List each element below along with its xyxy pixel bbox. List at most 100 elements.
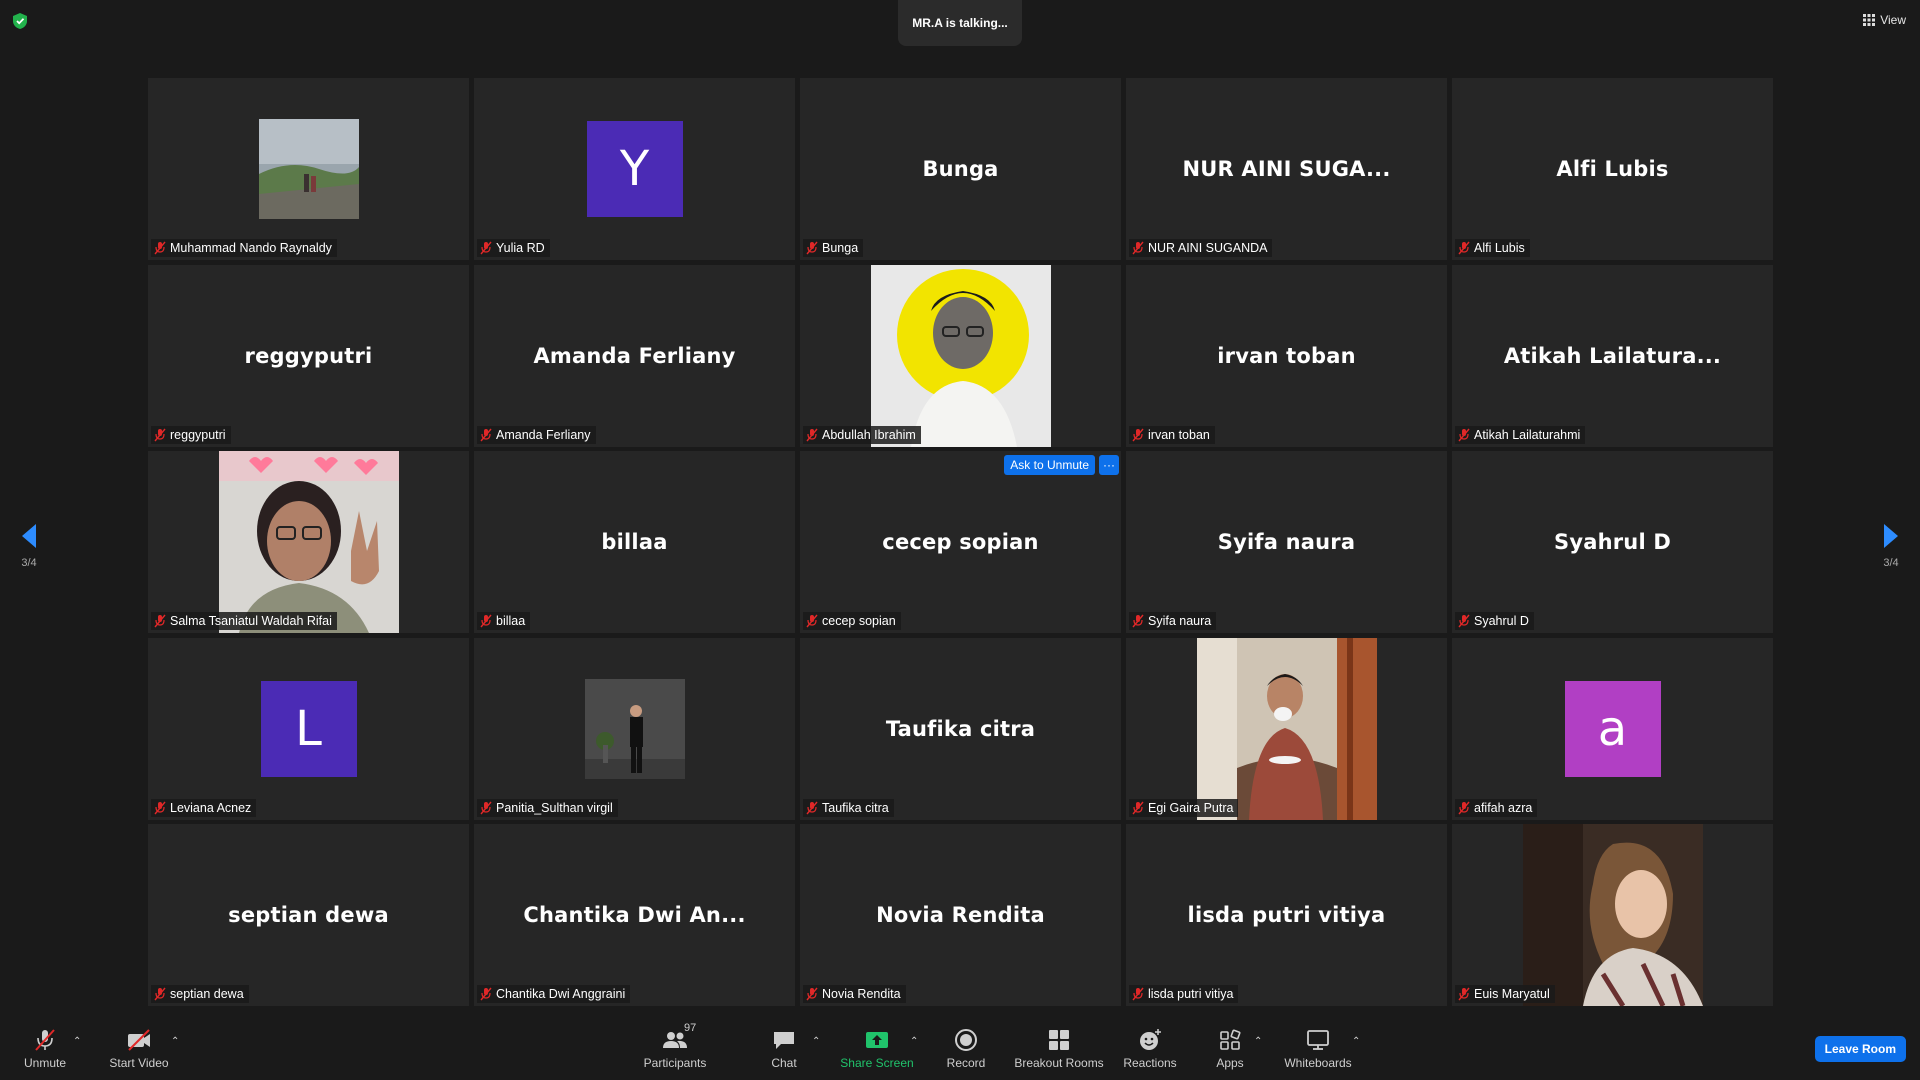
chat-button[interactable]: Chat (764, 1018, 804, 1080)
breakout-rooms-icon (1049, 1030, 1069, 1050)
participant-tile[interactable]: Abdullah Ibrahim (800, 264, 1121, 447)
avatar-letter: L (260, 680, 357, 777)
participant-nameplate: Amanda Ferliany (477, 425, 596, 444)
participant-tile[interactable]: Amanda Ferliany Amanda Ferliany (474, 264, 795, 447)
muted-mic-icon (806, 801, 818, 814)
participants-button[interactable]: 97 Participants (640, 1018, 710, 1080)
participant-name: Atikah Lailaturahmi (1474, 427, 1581, 442)
participant-tile[interactable]: billaa billaa (474, 451, 795, 633)
more-options-button[interactable]: ··· (1099, 455, 1119, 475)
profile-photo (584, 678, 685, 779)
participant-name: cecep sopian (822, 614, 896, 628)
participant-tile[interactable]: Egi Gaira Putra (1126, 637, 1447, 820)
apps-button[interactable]: Apps (1212, 1018, 1248, 1080)
muted-mic-icon (154, 241, 166, 255)
participant-name: Egi Gaira Putra (1148, 800, 1234, 815)
participant-tile[interactable]: a afifah azra (1452, 637, 1773, 820)
ask-to-unmute-button[interactable]: Ask to Unmute (1004, 455, 1095, 475)
participant-name: billaa (496, 614, 526, 628)
participant-tile[interactable]: Novia Rendita Novia Rendita (800, 824, 1121, 1006)
participant-nameplate: Yulia RD (477, 239, 550, 257)
share-screen-button[interactable]: Share Screen (840, 1018, 914, 1080)
page-indicator-left: 3/4 (21, 557, 37, 569)
breakout-rooms-button[interactable]: Breakout Rooms (1014, 1018, 1104, 1080)
whiteboard-icon (1307, 1030, 1329, 1050)
muted-mic-icon (154, 987, 166, 1001)
unmute-button[interactable]: Unmute (20, 1018, 70, 1080)
participant-tile[interactable]: Ask to Unmute ··· cecep sopian cecep sop… (800, 451, 1121, 633)
start-video-button[interactable]: Start Video (106, 1018, 172, 1080)
page-indicator-right: 3/4 (1883, 557, 1899, 569)
chat-bubble-icon (774, 1032, 794, 1049)
participant-tile[interactable]: NUR AINI SUGA... NUR AINI SUGANDA (1126, 78, 1447, 260)
view-button[interactable]: View (1863, 10, 1906, 30)
share-options-caret-icon[interactable]: ⌃ (910, 1036, 920, 1047)
participant-nameplate: Salma Tsaniatul Waldah Rifai (151, 612, 337, 630)
participant-tile[interactable]: Euis Maryatul (1452, 824, 1773, 1006)
participant-name: lisda putri vitiya (1148, 987, 1234, 1001)
participant-nameplate: septian dewa (151, 985, 249, 1003)
participant-tile[interactable]: Salma Tsaniatul Waldah Rifai (148, 451, 469, 633)
participant-display-name: septian dewa (228, 903, 389, 927)
participant-tile[interactable]: Chantika Dwi An... Chantika Dwi Anggrain… (474, 824, 795, 1006)
participant-name: Novia Rendita (822, 987, 901, 1001)
participant-nameplate: Bunga (803, 239, 864, 257)
reactions-button[interactable]: Reactions (1123, 1018, 1177, 1080)
muted-mic-icon (154, 801, 166, 814)
profile-photo (1522, 824, 1703, 1006)
muted-mic-icon (806, 241, 818, 255)
participant-tile[interactable]: Muhammad Nando Raynaldy (148, 78, 469, 260)
participant-name: Amanda Ferliany (496, 427, 591, 442)
participant-tile[interactable]: Y Yulia RD (474, 78, 795, 260)
muted-mic-icon (1458, 614, 1470, 628)
audio-options-caret-icon[interactable]: ⌃ (73, 1036, 83, 1047)
participant-nameplate: Chantika Dwi Anggraini (477, 985, 631, 1003)
next-page-arrow-icon[interactable] (1882, 523, 1900, 549)
participant-nameplate: cecep sopian (803, 612, 901, 630)
reactions-smiley-icon (1140, 1029, 1161, 1050)
whiteboards-button[interactable]: Whiteboards (1282, 1018, 1354, 1080)
participant-tile[interactable]: Bunga Bunga (800, 78, 1121, 260)
participant-tile[interactable]: lisda putri vitiya lisda putri vitiya (1126, 824, 1447, 1006)
participant-tile[interactable]: septian dewa septian dewa (148, 824, 469, 1006)
participant-tile[interactable]: Syifa naura Syifa naura (1126, 451, 1447, 633)
participant-display-name: billaa (601, 530, 668, 554)
record-button[interactable]: Record (942, 1018, 990, 1080)
previous-page-arrow-icon[interactable] (20, 523, 38, 549)
participant-nameplate: afifah azra (1455, 798, 1538, 817)
previous-page-nav[interactable]: 3/4 (14, 523, 44, 569)
participant-name: reggyputri (170, 427, 226, 442)
participant-tile[interactable]: irvan toban irvan toban (1126, 264, 1447, 447)
participant-tile[interactable]: Alfi Lubis Alfi Lubis (1452, 78, 1773, 260)
participant-display-name: Amanda Ferliany (533, 343, 736, 368)
participant-name: Alfi Lubis (1474, 241, 1525, 255)
participant-tile[interactable]: Taufika citra Taufika citra (800, 637, 1121, 820)
next-page-nav[interactable]: 3/4 (1876, 523, 1906, 569)
participant-display-name: Chantika Dwi An... (523, 903, 746, 927)
security-shield-icon[interactable] (12, 12, 28, 30)
whiteboards-label: Whiteboards (1284, 1056, 1352, 1070)
video-options-caret-icon[interactable]: ⌃ (171, 1036, 181, 1047)
muted-mic-icon (1132, 241, 1144, 255)
share-screen-label: Share Screen (840, 1056, 914, 1070)
active-speaker-indicator: MR.A is talking... (898, 0, 1022, 46)
breakout-rooms-label: Breakout Rooms (1014, 1056, 1104, 1070)
chat-options-caret-icon[interactable]: ⌃ (812, 1036, 822, 1047)
apps-options-caret-icon[interactable]: ⌃ (1254, 1036, 1264, 1047)
record-icon (955, 1029, 977, 1051)
participant-tile[interactable]: Atikah Lailatura... Atikah Lailaturahmi (1452, 264, 1773, 447)
participant-display-name: Syahrul D (1554, 530, 1671, 554)
participant-tile[interactable]: L Leviana Acnez (148, 637, 469, 820)
participant-tile[interactable]: Syahrul D Syahrul D (1452, 451, 1773, 633)
profile-photo (258, 119, 359, 219)
muted-mic-icon (480, 614, 492, 628)
participant-nameplate: Euis Maryatul (1455, 985, 1555, 1003)
participant-name: Chantika Dwi Anggraini (496, 987, 626, 1001)
participants-label: Participants (643, 1056, 707, 1070)
muted-mic-icon (1132, 987, 1144, 1001)
muted-mic-icon (1458, 241, 1470, 255)
participant-tile[interactable]: Panitia_Sulthan virgil (474, 637, 795, 820)
leave-room-button[interactable]: Leave Room (1814, 1036, 1906, 1062)
whiteboards-options-caret-icon[interactable]: ⌃ (1352, 1036, 1362, 1047)
participant-tile[interactable]: reggyputri reggyputri (148, 264, 469, 447)
